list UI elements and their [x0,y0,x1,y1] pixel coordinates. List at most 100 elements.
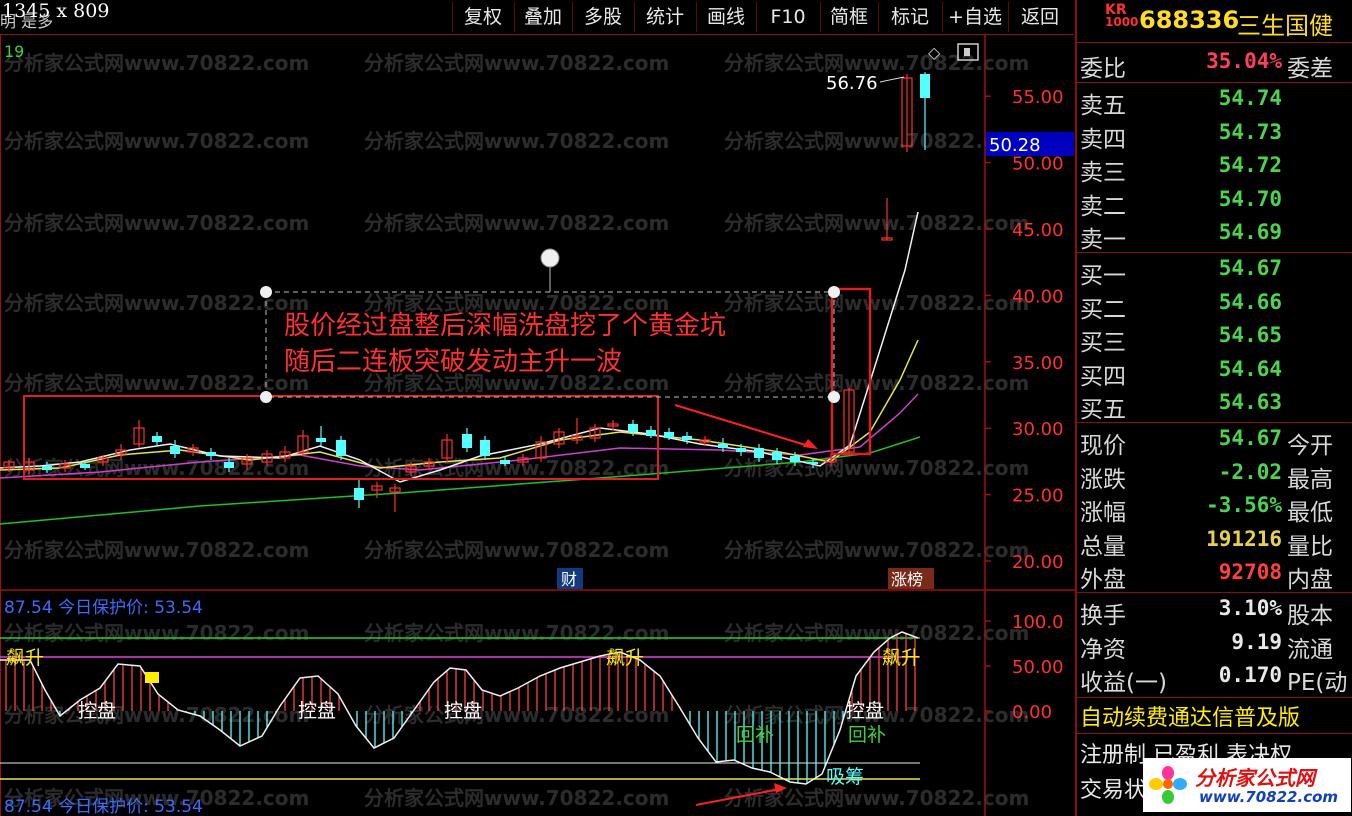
current-price-label: 50.28 [989,135,1041,156]
signal-kongpan: 控盘 [298,700,336,722]
price-tick-label: 25.00 [1012,486,1064,507]
annotation-handle-br[interactable] [828,391,840,403]
watermark-text: 分析家公式网www.70822.com [4,371,309,395]
toolbar-button[interactable]: 统计 [634,2,695,32]
signal-piaosheng: 飙升 [6,647,44,669]
toolbar-button[interactable]: 复权 [452,2,513,32]
watermark-text: 分析家公式网www.70822.com [364,129,669,153]
high-price-label: 56.76 [826,73,878,94]
quote-row: 买三 54.65 [1080,323,1282,356]
quote-row: 买一 54.67 [1080,256,1282,289]
dimension-overlay: 1345 x 809 [2,0,110,22]
toolbar-button[interactable]: F10 [756,2,819,32]
signal-kongpan: 控盘 [846,700,884,722]
limit-up-badge-label: 涨榜 [891,570,923,589]
annotation-text-line1: 股价经过盘整后深幅洗盘挖了个黄金坑 [284,311,726,341]
signal-kongpan: 控盘 [78,700,116,722]
diamond-icon[interactable]: ◇ [928,43,941,62]
indicator-header: 87.54 今日保护价: 53.54 [4,598,203,618]
watermark-layer: 分析家公式网www.70822.com 分析家公式网www.70822.com 分析… [4,51,1029,810]
chart-toolbar: 明 是多 复权 叠加 多股 统计 画线 F10 简框 标记 +自选 返回 [0,0,1074,35]
quote-row: 卖四 54.73 [1080,119,1282,153]
quote-row: 总量 191216 量比 [1080,526,1333,560]
watermark-text: 分析家公式网www.70822.com [724,129,1029,153]
indicator-tick-label: 0.00 [1012,702,1052,723]
annotation-handle-bl[interactable] [260,391,272,403]
top-left-value: 19 [4,42,24,61]
watermark-text: 分析家公式网www.70822.com [4,538,309,562]
signal-square [145,672,159,683]
watermark-text: 分析家公式网www.70822.com [4,211,309,235]
signal-kongpan: 控盘 [444,700,482,722]
promo-banner[interactable]: 自动续费通达信普及版 [1080,700,1300,732]
quote-row: 卖一 54.69 [1080,220,1282,253]
watermark-text: 分析家公式网www.70822.com [4,703,309,727]
watermark-text: 分析家公式网www.70822.com [724,456,1029,480]
toolbar-button[interactable]: 叠加 [514,2,571,32]
signal-huibu: 回补 [848,724,886,746]
watermark-text: 分析家公式网www.70822.com [724,51,1029,75]
quote-row: 卖五 54.74 [1080,86,1282,119]
annotation-handle-tl[interactable] [260,286,272,298]
toolbar-button[interactable]: 标记 [878,2,941,32]
annotation-text-line2: 随后二连板突破发动主升一波 [284,347,622,377]
price-tick-label: 55.00 [1012,87,1064,108]
annotation-handle-tr[interactable] [828,286,840,298]
watermark-text: 分析家公式网www.70822.com [364,211,669,235]
watermark-text: 分析家公式网www.70822.com [724,211,1029,235]
price-tick-label: 50.00 [1012,154,1064,175]
watermark-text: 分析家公式网www.70822.com [4,129,309,153]
signal-piaosheng: 飙升 [606,647,644,669]
price-axis: 55.00 50.00 45.00 40.00 35.00 30.00 25.00 20.00 [985,87,1064,573]
price-tick-label: 20.00 [1012,552,1064,573]
watermark-text: 分析家公式网www.70822.com [364,538,669,562]
flower-icon [1149,766,1187,804]
finance-badge-label: 财 [561,570,577,589]
quote-row: 涨跌 -2.02 最高 [1080,459,1333,493]
site-logo: 分析家公式网 www.70822.com [1143,758,1351,812]
annotation-arrowhead [803,439,818,449]
signal-xichou: 吸筹 [826,766,864,788]
chart-canvas[interactable]: 分析家公式网www.70822.com 分析家公式网www.70822.com 分析… [0,0,1075,816]
price-tick-label: 45.00 [1012,220,1064,241]
quote-row: 买四 54.64 [1080,356,1282,390]
market-badge: KR 1000 [1105,2,1139,29]
toolbar-button[interactable]: 简框 [820,2,877,32]
watermark-text: 分析家公式网www.70822.com [724,621,1029,645]
watermark-text: 分析家公式网www.70822.com [364,786,669,810]
high-price-pointer [879,76,905,83]
watermark-text: 分析家公式网www.70822.com [4,51,309,75]
watermark-text: 分析家公式网www.70822.com [724,538,1029,562]
weibi-row: 委比 35.04% 委差 [1080,49,1333,82]
trading-status: 交易状 [1080,778,1147,803]
toolbar-button[interactable]: 返回 [1008,2,1071,32]
watermark-text: 分析家公式网www.70822.com [364,51,669,75]
indicator-tick-label: 50.00 [1012,657,1064,678]
toolbar-button[interactable]: 多股 [572,2,633,32]
price-tick-label: 35.00 [1012,353,1064,374]
quote-panel: KR 1000 688336 三生国健 委比 35.04% 委差 卖五 54.74… [1075,0,1352,816]
quote-row: 净资 9.19 流通 [1080,629,1333,663]
price-tick-label: 40.00 [1012,286,1064,307]
watermark-text: 分析家公式网www.70822.com [724,291,1029,315]
toolbar-button[interactable]: +自选 [942,2,1007,32]
indicator-tick-label: 100.0 [1012,612,1064,633]
quote-row: 外盘 92708 内盘 [1080,560,1333,593]
toolbar-button[interactable]: 画线 [696,2,755,32]
annotation-rotate-handle[interactable] [540,248,560,268]
quote-row: 涨幅 -3.56% 最低 [1080,493,1333,526]
signal-piaosheng: 飙升 [882,647,920,669]
stock-code: 688336 [1139,6,1240,34]
window-toggle-icon-inner [964,48,970,56]
annotation-arrow [674,404,813,448]
stock-name: 三生国健 [1237,12,1333,40]
quote-row: 卖二 54.70 [1080,186,1282,220]
stock-header: KR 1000 688336 三生国健 [1077,0,1352,43]
quote-row: 现价 54.67 今开 [1080,426,1333,459]
price-tick-label: 30.00 [1012,419,1064,440]
quote-row: 收益(一) 0.170 PE(动 [1080,663,1348,696]
watermark-text: 分析家公式网www.70822.com [724,786,1029,810]
quote-row: 买五 54.63 [1080,390,1282,423]
watermark-text: 分析家公式网www.70822.com [4,621,309,645]
watermark-text: 分析家公式网www.70822.com [364,621,669,645]
